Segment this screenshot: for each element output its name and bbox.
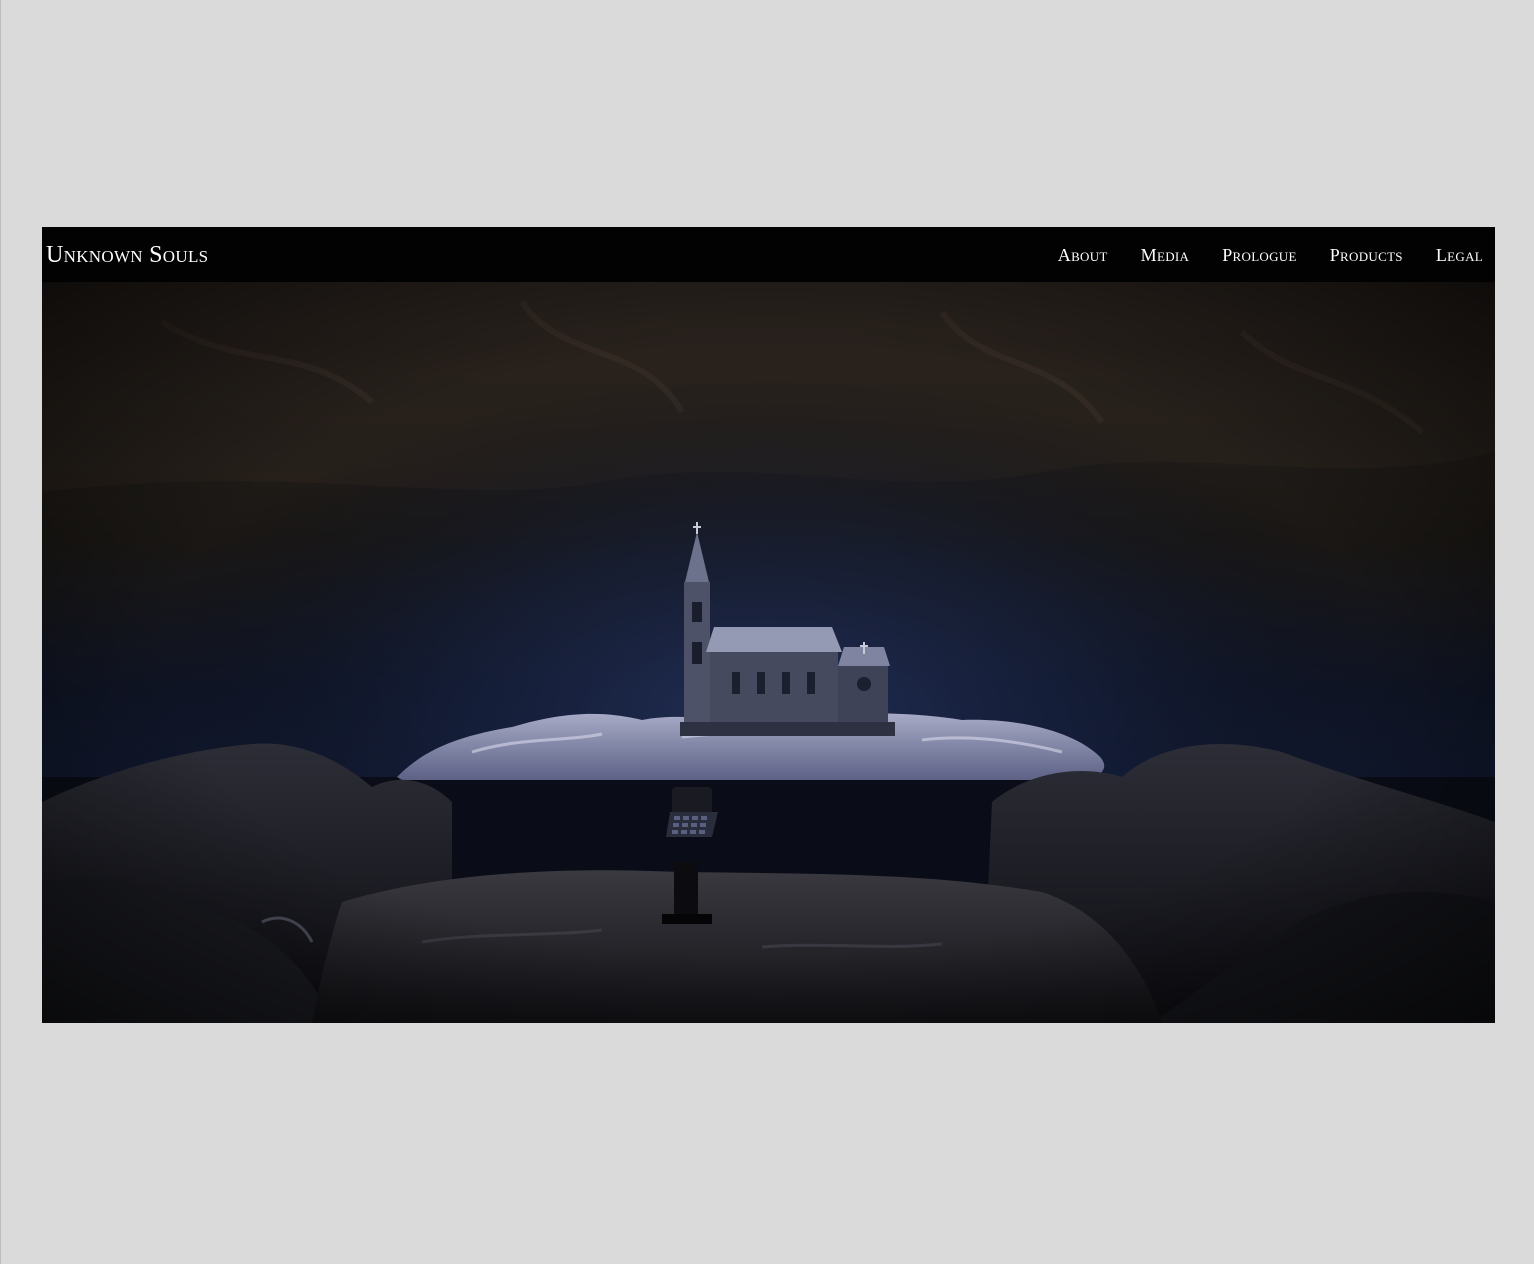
nav-link-prologue[interactable]: Prologue <box>1222 246 1297 264</box>
site-frame: Unknown Souls About Media Prologue Produ… <box>42 227 1495 1023</box>
page-left-edge <box>0 0 1 1264</box>
hero-image <box>42 282 1495 1023</box>
top-navbar: Unknown Souls About Media Prologue Produ… <box>42 227 1495 282</box>
nav-link-legal[interactable]: Legal <box>1436 246 1483 264</box>
brand-logo-link[interactable]: Unknown Souls <box>46 243 208 267</box>
nav-link-about[interactable]: About <box>1058 246 1108 264</box>
nav-link-products[interactable]: Products <box>1330 246 1403 264</box>
nav-link-media[interactable]: Media <box>1141 246 1190 264</box>
nav-links: About Media Prologue Products Legal <box>1025 246 1483 264</box>
